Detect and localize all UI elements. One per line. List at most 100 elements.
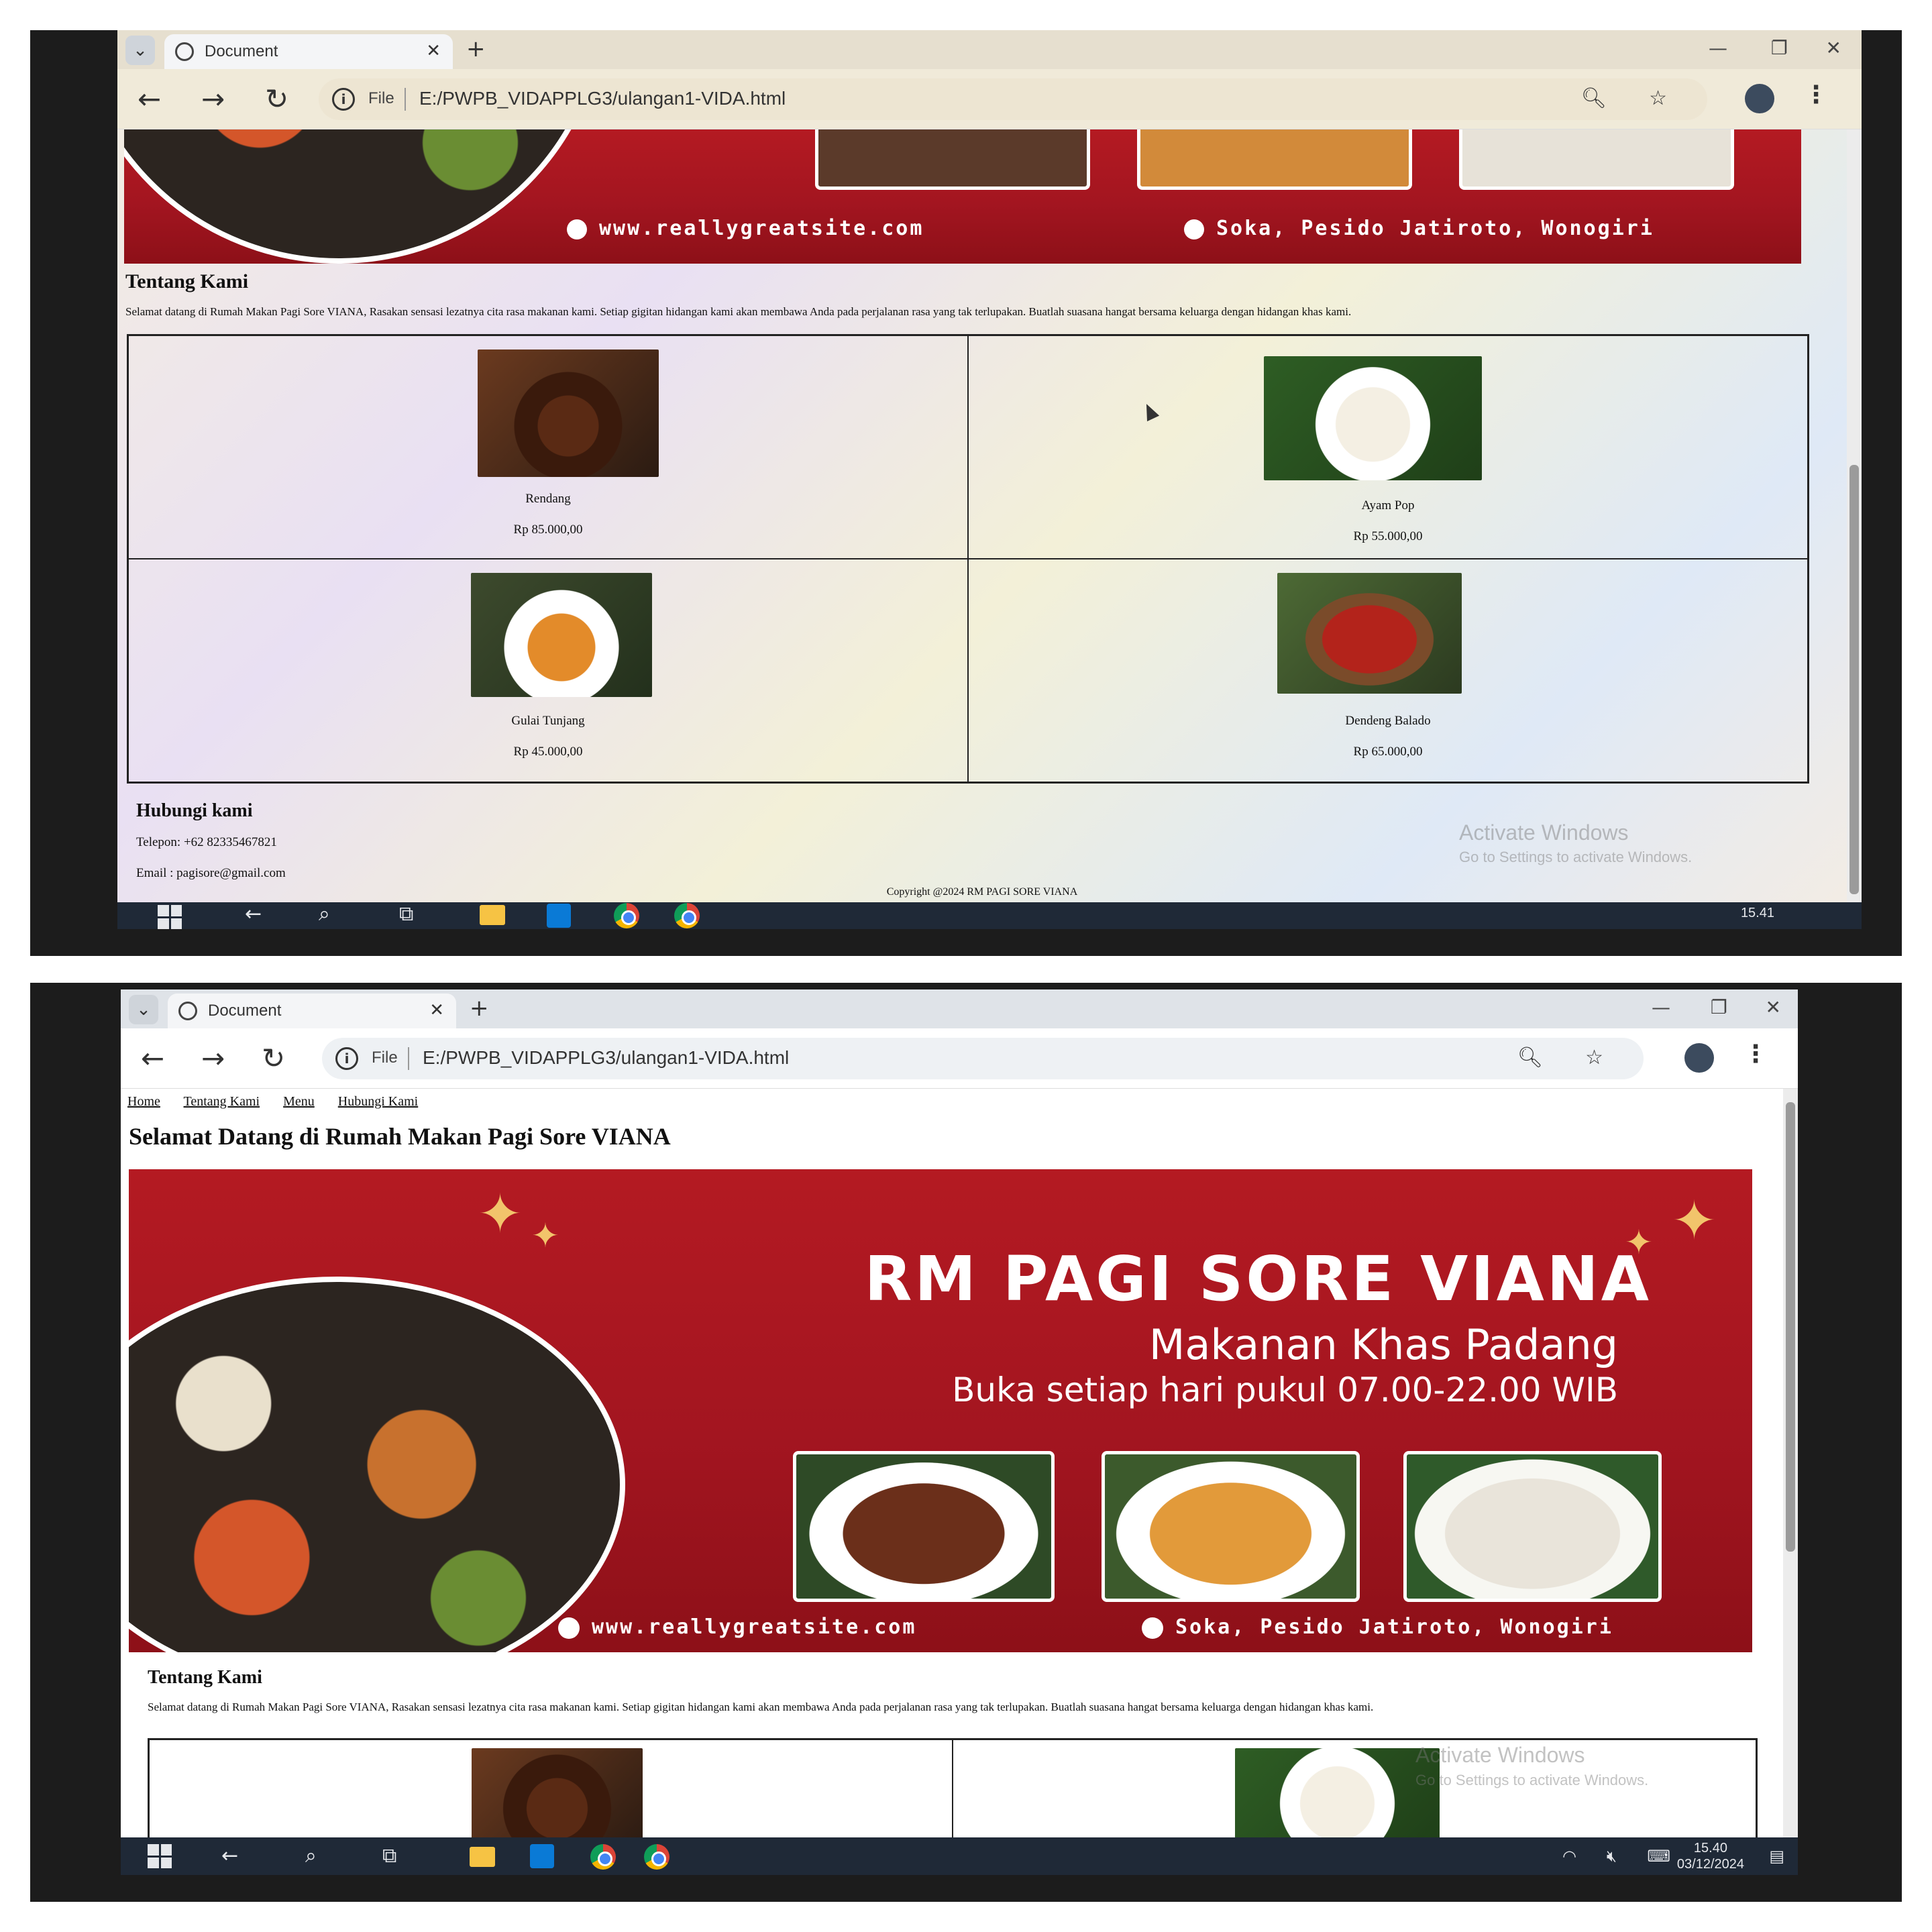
omnibox-divider <box>408 1047 409 1070</box>
restore-button[interactable]: ❐ <box>1771 37 1788 59</box>
banner-food-collage <box>124 129 607 264</box>
nav-link-home[interactable]: Home <box>127 1094 160 1109</box>
volume-muted-icon[interactable]: 🔇︎ <box>1607 1847 1617 1866</box>
reload-icon[interactable]: ↻ <box>265 83 288 115</box>
vscode-icon[interactable] <box>530 1844 554 1868</box>
tab-document[interactable]: Document ✕ <box>164 34 453 69</box>
page-scrollbar[interactable] <box>1847 129 1862 902</box>
search-icon[interactable]: ⌕ <box>319 902 330 926</box>
banner-subtitle: Makanan Khas Padang <box>1148 1320 1618 1369</box>
menu-item-name: Dendeng Balado <box>1345 714 1431 728</box>
scrollbar-thumb[interactable] <box>1786 1102 1795 1552</box>
banner-hours: Buka setiap hari pukul 07.00-22.00 WIB <box>952 1371 1618 1409</box>
chrome-icon[interactable] <box>614 903 639 928</box>
menu-item-name: Rendang <box>525 492 571 506</box>
menu-item-price: Rp 85.000,00 <box>513 523 583 537</box>
windows-start-icon[interactable] <box>148 1844 172 1868</box>
food-image-ayam-pop <box>1264 356 1482 480</box>
tab-document[interactable]: Document ✕ <box>168 994 456 1028</box>
task-view-icon[interactable]: ⧉ <box>382 1844 396 1868</box>
wifi-icon[interactable]: ◠ <box>1562 1847 1576 1866</box>
nav-link-about[interactable]: Tentang Kami <box>184 1094 260 1109</box>
zoom-icon[interactable]: 🔍︎ <box>1517 1046 1543 1069</box>
vscode-icon[interactable] <box>547 904 571 928</box>
page-content: www.reallygreatsite.com Soka, Pesido Jat… <box>117 129 1847 902</box>
activate-windows-title: Activate Windows <box>1459 820 1629 845</box>
chrome-active-icon[interactable] <box>674 903 700 928</box>
scrollbar-thumb[interactable] <box>1849 465 1859 894</box>
menu-item-price: Rp 65.000,00 <box>1353 745 1423 759</box>
notification-icon[interactable]: ▤ <box>1769 1847 1784 1866</box>
minimize-button[interactable]: — <box>1652 996 1670 1018</box>
file-explorer-icon[interactable] <box>470 1847 495 1867</box>
top-navigation: Home Tentang Kami Menu Hubungi Kami <box>127 1094 438 1110</box>
tab-search-button[interactable]: ⌄ <box>129 995 158 1024</box>
back-icon[interactable]: ← <box>138 83 161 115</box>
windows-taskbar: ← ⌕ ⧉ ◠ 🔇︎ ⌨ 15.40 03/12/2024 ▤ <box>121 1837 1798 1875</box>
windows-start-icon[interactable] <box>158 905 182 929</box>
file-explorer-icon[interactable] <box>480 905 505 925</box>
profile-avatar-icon[interactable] <box>1684 1043 1714 1073</box>
taskbar-clock[interactable]: 15.41 <box>1741 905 1774 921</box>
nav-link-contact[interactable]: Hubungi Kami <box>338 1094 418 1109</box>
browser-menu-icon[interactable]: ⋮ <box>1804 81 1828 109</box>
activate-windows-subtitle: Go to Settings to activate Windows. <box>1459 849 1693 865</box>
back-arrow-icon[interactable]: ← <box>221 1844 238 1868</box>
about-text: Selamat datang di Rumah Makan Pagi Sore … <box>125 305 1352 318</box>
globe-icon <box>175 42 194 61</box>
new-tab-button[interactable]: + <box>466 36 486 62</box>
restore-button[interactable]: ❐ <box>1711 996 1727 1018</box>
minimize-button[interactable]: — <box>1709 37 1727 59</box>
omnibox-divider <box>405 88 406 111</box>
close-tab-icon[interactable]: ✕ <box>429 1000 444 1020</box>
bookmark-star-icon[interactable]: ☆ <box>1585 1046 1603 1069</box>
window-close-button[interactable]: ✕ <box>1826 37 1841 59</box>
url-scheme: File <box>372 1049 398 1067</box>
profile-avatar-icon[interactable] <box>1745 84 1774 113</box>
back-arrow-icon[interactable]: ← <box>245 902 262 926</box>
banner-website-text: www.reallygreatsite.com <box>592 1615 917 1639</box>
banner-dish-gulai <box>1137 129 1412 190</box>
menu-cell-gulai-tunjang: Gulai Tunjang Rp 45.000,00 <box>128 559 968 782</box>
menu-item-name: Ayam Pop <box>1361 498 1415 513</box>
url-scheme: File <box>368 89 394 107</box>
banner-image: ✦ ✦ ✦ ✦ RM PAGI SORE VIANA Makanan Khas … <box>129 1169 1752 1652</box>
banner-address-text: Soka, Pesido Jatiroto, Wonogiri <box>1216 217 1654 240</box>
close-tab-icon[interactable]: ✕ <box>426 41 441 61</box>
bookmark-star-icon[interactable]: ☆ <box>1649 87 1667 110</box>
search-icon[interactable]: ⌕ <box>305 1844 317 1868</box>
menu-cell-dendeng-balado: Dendeng Balado Rp 65.000,00 <box>968 559 1808 782</box>
site-info-icon[interactable]: i <box>335 1047 358 1070</box>
forward-icon[interactable]: → <box>201 1042 225 1075</box>
tab-search-button[interactable]: ⌄ <box>125 36 155 65</box>
food-image-rendang <box>472 1748 643 1837</box>
keyboard-icon[interactable]: ⌨ <box>1647 1847 1670 1866</box>
windows-taskbar: ← ⌕ ⧉ 15.41 <box>117 902 1862 929</box>
address-bar[interactable]: i File E:/PWPB_VIDAPPLG3/ulangan1-VIDA.h… <box>319 78 1707 120</box>
nav-link-menu[interactable]: Menu <box>283 1094 315 1109</box>
banner-dish-ayam <box>1403 1451 1662 1602</box>
back-icon[interactable]: ← <box>141 1042 164 1075</box>
chrome-active-icon[interactable] <box>644 1844 669 1870</box>
page-scrollbar[interactable] <box>1783 1089 1798 1837</box>
forward-icon[interactable]: → <box>201 83 225 115</box>
taskbar-clock[interactable]: 15.40 03/12/2024 <box>1677 1840 1744 1872</box>
chrome-icon[interactable] <box>590 1844 616 1870</box>
url-text[interactable]: E:/PWPB_VIDAPPLG3/ulangan1-VIDA.html <box>419 88 786 109</box>
toolbar: ← → ↻ i File E:/PWPB_VIDAPPLG3/ulangan1-… <box>121 1028 1798 1089</box>
zoom-icon[interactable]: 🔍︎ <box>1581 87 1607 110</box>
contact-title: Hubungi kami <box>136 800 253 821</box>
location-pin-icon <box>1142 1617 1163 1639</box>
task-view-icon[interactable]: ⧉ <box>399 902 413 926</box>
site-info-icon[interactable]: i <box>332 88 355 111</box>
url-text[interactable]: E:/PWPB_VIDAPPLG3/ulangan1-VIDA.html <box>423 1047 789 1069</box>
about-text: Selamat datang di Rumah Makan Pagi Sore … <box>148 1701 1374 1713</box>
address-bar[interactable]: i File E:/PWPB_VIDAPPLG3/ulangan1-VIDA.h… <box>322 1038 1644 1079</box>
mouse-cursor <box>1140 400 1160 422</box>
banner-address-text: Soka, Pesido Jatiroto, Wonogiri <box>1175 1615 1613 1639</box>
window-close-button[interactable]: ✕ <box>1766 996 1781 1018</box>
browser-menu-icon[interactable]: ⋮ <box>1743 1040 1768 1068</box>
new-tab-button[interactable]: + <box>470 995 489 1022</box>
activate-windows-title: Activate Windows <box>1415 1743 1585 1767</box>
reload-icon[interactable]: ↻ <box>262 1042 285 1075</box>
